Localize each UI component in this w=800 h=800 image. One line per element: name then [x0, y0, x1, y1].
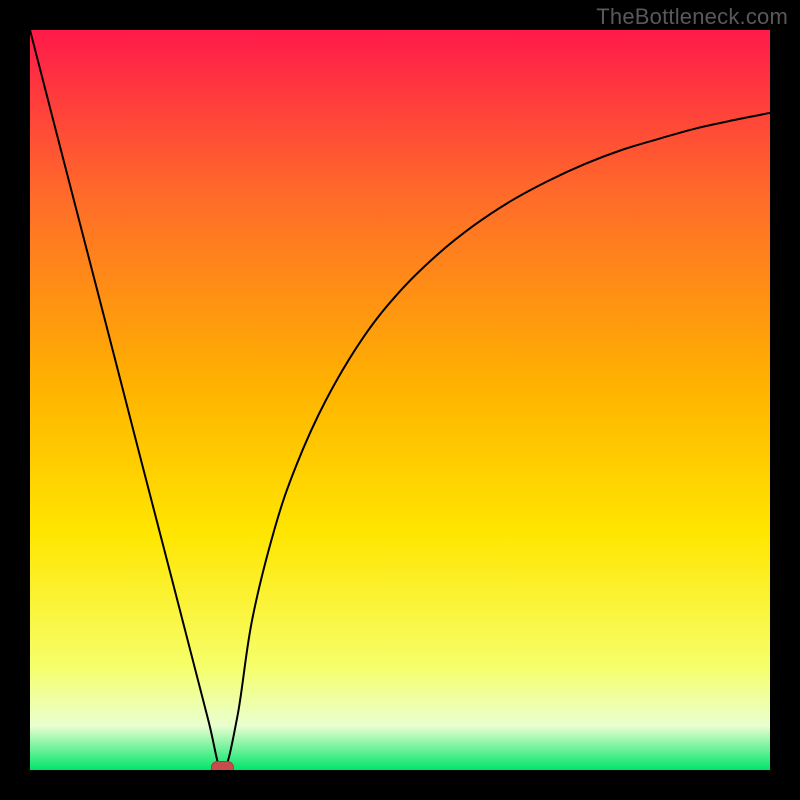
chart-svg [30, 30, 770, 770]
min-marker [211, 762, 233, 771]
gradient-background [30, 30, 770, 770]
plot-area [30, 30, 770, 770]
watermark-text: TheBottleneck.com [596, 4, 788, 30]
chart-frame: TheBottleneck.com [0, 0, 800, 800]
